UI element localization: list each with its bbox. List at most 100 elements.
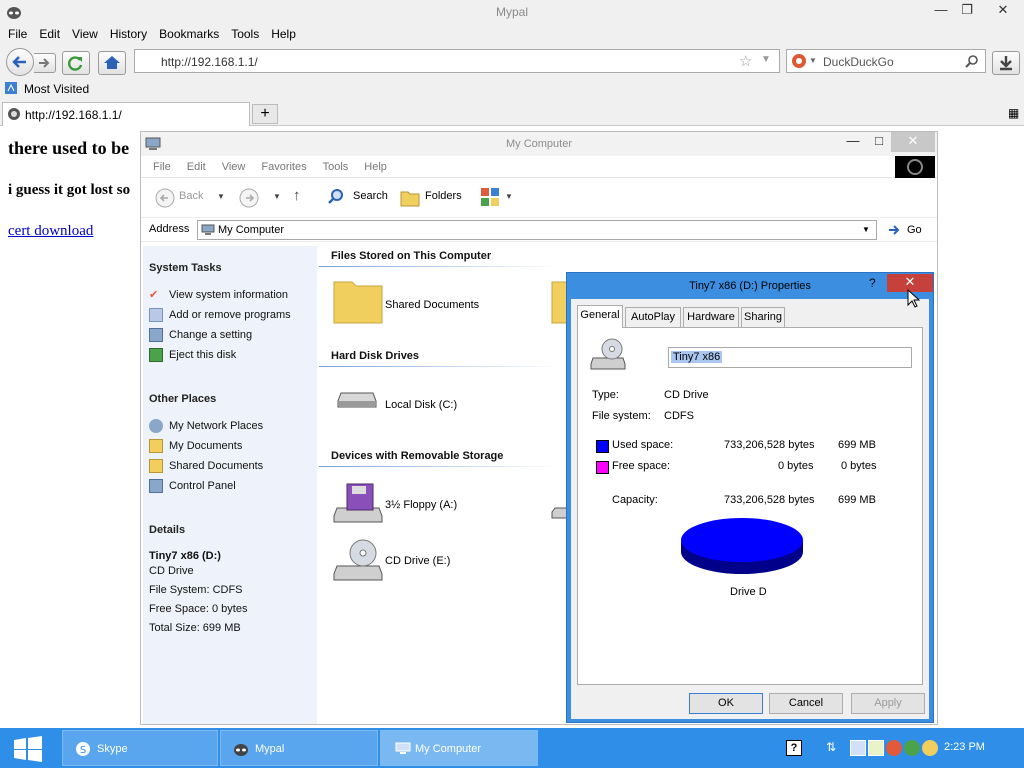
computer-icon: [201, 224, 215, 235]
network-places-icon: [149, 419, 163, 433]
globe-icon: [8, 108, 20, 120]
group-heading-removable: Devices with Removable Storage: [331, 450, 504, 462]
taskbar-label: Mypal: [255, 743, 285, 755]
place-control-panel[interactable]: Control Panel: [149, 479, 236, 493]
restore-icon[interactable]: ❐: [952, 0, 982, 22]
home-button[interactable]: [98, 51, 126, 75]
bookmark-most-visited[interactable]: Most Visited: [24, 82, 89, 96]
menu-bookmarks[interactable]: Bookmarks: [159, 24, 227, 44]
help-icon[interactable]: ?: [786, 740, 802, 756]
taskbar-my-computer[interactable]: My Computer: [380, 730, 538, 766]
properties-dialog: Tiny7 x86 (D:) Properties ? ✕ General Au…: [566, 272, 934, 723]
item-cd-drive-e[interactable]: CD Drive (E:): [385, 555, 450, 567]
eject-icon: [149, 348, 163, 362]
search-icon[interactable]: [965, 54, 979, 68]
url-bar[interactable]: http://192.168.1.1/ ☆ ▼: [134, 49, 780, 73]
pie-used-slice: [681, 518, 803, 562]
item-shared-documents[interactable]: Shared Documents: [385, 299, 479, 311]
place-label: Shared Documents: [169, 459, 264, 472]
search-button[interactable]: Search: [353, 190, 388, 202]
maximize-icon[interactable]: □: [865, 132, 893, 152]
search-bar[interactable]: ▼ DuckDuckGo: [786, 49, 986, 73]
url-dropdown-icon[interactable]: ▼: [761, 54, 771, 65]
used-space-size: 699 MB: [838, 439, 876, 451]
apply-button[interactable]: Apply: [851, 693, 925, 714]
hard-disk-icon: [337, 392, 377, 408]
search-engine-dropdown-icon[interactable]: ▼: [809, 56, 817, 65]
minimize-icon[interactable]: —: [839, 132, 867, 152]
place-shared-documents[interactable]: Shared Documents: [149, 459, 263, 473]
tab-general[interactable]: General: [577, 305, 623, 328]
address-dropdown-icon[interactable]: ▼: [862, 225, 870, 234]
tab-autoplay[interactable]: AutoPlay: [625, 307, 681, 327]
volume-icon[interactable]: [868, 740, 884, 756]
my-computer-menubar: File Edit View Favorites Tools Help: [141, 156, 937, 178]
details-name: Tiny7 x86 (D:): [149, 550, 221, 562]
menu-view[interactable]: View: [72, 24, 106, 44]
taskbar-mypal[interactable]: Mypal: [220, 730, 378, 766]
back-button[interactable]: [6, 48, 34, 76]
views-dropdown-icon[interactable]: ▼: [505, 192, 513, 201]
menu-help[interactable]: Help: [364, 161, 387, 173]
views-icon[interactable]: [479, 186, 501, 208]
free-space-swatch: [596, 461, 609, 474]
tab-current[interactable]: http://192.168.1.1/: [2, 102, 250, 126]
folders-button[interactable]: Folders: [425, 190, 462, 202]
close-icon[interactable]: ✕: [891, 132, 935, 152]
menu-file[interactable]: File: [153, 161, 171, 173]
item-floppy-a[interactable]: 3½ Floppy (A:): [385, 499, 457, 511]
cancel-button[interactable]: Cancel: [769, 693, 843, 714]
menu-tools[interactable]: Tools: [323, 161, 349, 173]
tray-overflow-icon[interactable]: ⇅: [826, 740, 842, 756]
task-add-remove-programs[interactable]: Add or remove programs: [149, 308, 291, 322]
back-icon[interactable]: [155, 188, 175, 208]
address-value: My Computer: [218, 224, 285, 236]
tray-app-icon[interactable]: [922, 740, 938, 756]
menu-edit[interactable]: Edit: [187, 161, 206, 173]
downloads-button[interactable]: [992, 51, 1020, 75]
capacity-bytes: 733,206,528 bytes: [724, 494, 815, 506]
place-network[interactable]: My Network Places: [149, 419, 263, 433]
task-view-system-info[interactable]: ✔ View system information: [149, 288, 288, 302]
up-arrow-icon[interactable]: ↑: [293, 187, 301, 204]
task-pane: System Tasks ✔ View system information Ad…: [143, 246, 317, 724]
menu-file[interactable]: File: [8, 24, 35, 44]
back-button[interactable]: Back: [179, 190, 203, 202]
tab-sharing[interactable]: Sharing: [741, 307, 785, 327]
forward-icon[interactable]: [239, 188, 259, 208]
browser-tabstrip: http://192.168.1.1/ + ▦: [0, 100, 1024, 126]
menu-history[interactable]: History: [110, 24, 155, 44]
back-dropdown-icon[interactable]: ▼: [217, 192, 225, 201]
new-tab-button[interactable]: +: [252, 104, 278, 124]
bookmark-star-icon[interactable]: ☆: [739, 52, 752, 70]
network-icon[interactable]: [850, 740, 866, 756]
address-input[interactable]: My Computer ▼: [197, 220, 877, 240]
reload-button[interactable]: [62, 51, 90, 75]
go-button[interactable]: Go: [883, 220, 935, 240]
tray-app-icon[interactable]: [904, 740, 920, 756]
task-change-setting[interactable]: Change a setting: [149, 328, 252, 342]
tab-hardware[interactable]: Hardware: [683, 307, 739, 327]
task-eject-disk[interactable]: Eject this disk: [149, 348, 236, 362]
windows-start-icon[interactable]: [12, 736, 44, 762]
place-my-documents[interactable]: My Documents: [149, 439, 242, 453]
item-local-disk-c[interactable]: Local Disk (C:): [385, 399, 457, 411]
menu-help[interactable]: Help: [271, 24, 304, 44]
cert-download-link[interactable]: cert download: [8, 223, 93, 240]
forward-button[interactable]: [34, 53, 56, 73]
menu-tools[interactable]: Tools: [231, 24, 267, 44]
forward-dropdown-icon[interactable]: ▼: [273, 192, 281, 201]
volume-name-input[interactable]: Tiny7 x86: [668, 347, 912, 368]
help-icon[interactable]: ?: [869, 276, 876, 290]
ok-button[interactable]: OK: [689, 693, 763, 714]
properties-title: Tiny7 x86 (D:) Properties: [689, 280, 811, 292]
details-line: Total Size: 699 MB: [149, 622, 241, 634]
tray-app-icon[interactable]: [886, 740, 902, 756]
taskbar-skype[interactable]: S Skype: [62, 730, 218, 766]
menu-edit[interactable]: Edit: [39, 24, 68, 44]
tab-list-icon[interactable]: ▦: [1008, 106, 1019, 120]
menu-favorites[interactable]: Favorites: [261, 161, 306, 173]
close-icon[interactable]: ✕: [988, 0, 1018, 22]
menu-view[interactable]: View: [222, 161, 246, 173]
properties-titlebar: Tiny7 x86 (D:) Properties ? ✕: [567, 273, 933, 299]
